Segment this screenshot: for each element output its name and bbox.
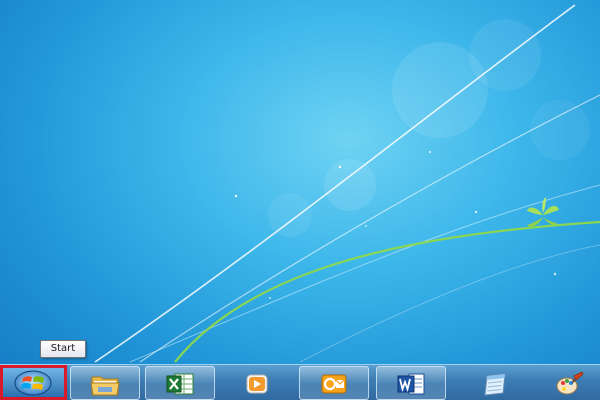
desktop[interactable] <box>0 0 600 400</box>
taskbar-outlook-button[interactable] <box>299 366 369 400</box>
word-icon <box>397 373 425 395</box>
windows-logo-icon <box>14 370 52 396</box>
notepad-icon <box>484 373 506 396</box>
start-tooltip: Start <box>40 340 86 358</box>
taskbar-excel-button[interactable] <box>145 366 215 400</box>
media-player-icon <box>246 374 268 394</box>
desktop-wallpaper <box>94 4 600 363</box>
taskbar-paint-button[interactable] <box>535 366 600 400</box>
taskbar-media-player-button[interactable] <box>222 366 292 400</box>
excel-icon <box>166 373 194 395</box>
taskbar-explorer-button[interactable] <box>70 366 140 400</box>
wallpaper-sprout <box>527 197 559 227</box>
taskbar-notepad-button[interactable] <box>460 366 530 400</box>
start-button[interactable] <box>0 365 67 400</box>
folder-icon <box>90 376 120 396</box>
paint-icon <box>556 371 584 395</box>
outlook-icon <box>321 374 347 394</box>
taskbar-word-button[interactable] <box>376 366 446 400</box>
